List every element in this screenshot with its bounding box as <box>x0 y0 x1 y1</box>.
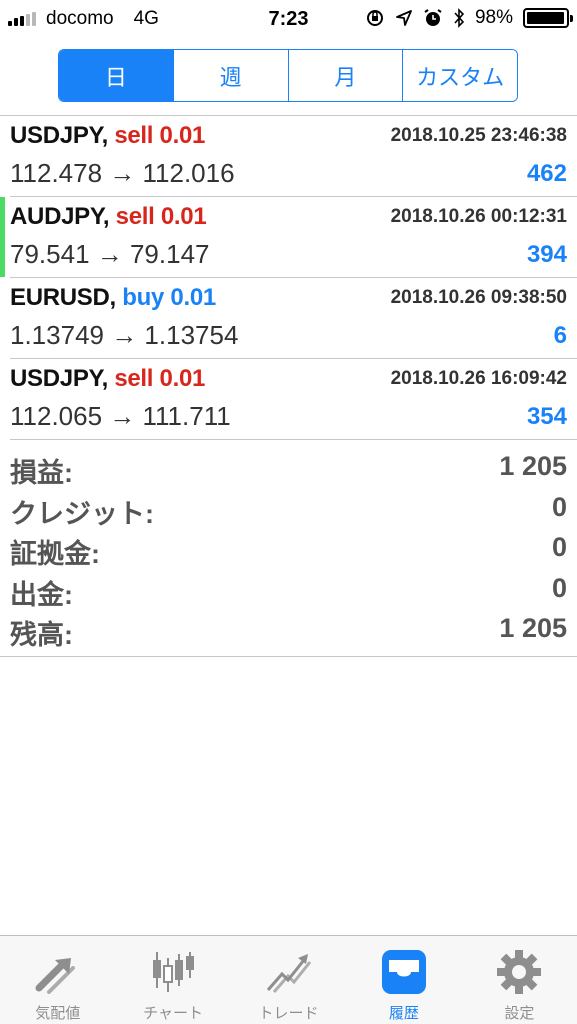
candlestick-chart-icon <box>153 952 195 992</box>
summary-label: 証拠金: <box>10 539 100 569</box>
account-summary: 損益: 1 205 クレジット: 0 証拠金: 0 出金: 0 残高: 1 20… <box>10 449 567 652</box>
bottom-tab-bar: 気配値 チャート トレード 履歴 設定 <box>0 935 577 1024</box>
gear-icon <box>497 950 542 994</box>
trade-history-list: USDJPY, sell 0.01 2018.10.25 23:46:38 11… <box>0 116 577 440</box>
tab-label: 気配値 <box>35 1005 81 1022</box>
segment-custom[interactable]: カスタム <box>402 50 517 101</box>
tab-quotes[interactable]: 気配値 <box>0 936 115 1024</box>
trade-title: EURUSD, buy 0.01 <box>10 284 216 312</box>
trade-title: USDJPY, sell 0.01 <box>10 122 205 150</box>
trade-side: sell 0.01 <box>114 122 206 149</box>
battery-icon <box>523 8 573 28</box>
quotes-arrows-icon <box>35 958 75 994</box>
tab-label: 履歴 <box>388 1005 419 1022</box>
location-arrow-icon <box>396 10 412 26</box>
trade-symbol: EURUSD, <box>10 284 116 311</box>
history-inbox-icon <box>381 950 426 994</box>
trade-row[interactable]: EURUSD, buy 0.01 2018.10.26 09:38:50 1.1… <box>10 278 577 359</box>
trade-prices: 112.478 → 112.016 <box>10 158 235 188</box>
period-segmented-control: 日 週 月 カスタム <box>58 49 518 102</box>
trade-prices: 112.065 → 111.711 <box>10 401 231 431</box>
status-bar: docomo 4G 7:23 98% <box>0 0 577 38</box>
summary-row-profit: 損益: 1 205 <box>10 449 567 490</box>
tab-label: 設定 <box>504 1005 535 1022</box>
summary-row-margin: 証拠金: 0 <box>10 530 567 571</box>
trade-symbol: USDJPY, <box>10 365 108 392</box>
trade-chart-icon <box>266 954 311 993</box>
network-type: 4G <box>133 8 159 29</box>
trade-time: 2018.10.26 16:09:42 <box>390 368 567 389</box>
trade-time: 2018.10.26 09:38:50 <box>390 287 567 308</box>
status-left: docomo 4G <box>8 8 159 30</box>
summary-label: クレジット: <box>10 498 154 529</box>
trade-symbol: USDJPY, <box>10 122 108 149</box>
trade-profit: 354 <box>526 403 567 430</box>
trade-symbol: AUDJPY, <box>10 203 110 230</box>
segment-week[interactable]: 週 <box>172 50 288 101</box>
summary-row-withdrawal: 出金: 0 <box>10 571 567 612</box>
summary-value: 1 205 <box>499 613 567 643</box>
summary-value: 0 <box>551 491 567 522</box>
tab-history[interactable]: 履歴 <box>346 936 461 1024</box>
trade-profit: 462 <box>526 160 567 187</box>
trade-side: sell 0.01 <box>114 365 206 392</box>
trade-side: sell 0.01 <box>115 203 207 230</box>
signal-strength-icon <box>8 12 36 26</box>
tab-label: チャート <box>143 1005 204 1022</box>
trade-row[interactable]: USDJPY, sell 0.01 2018.10.25 23:46:38 11… <box>10 116 577 197</box>
segment-month[interactable]: 月 <box>287 50 403 101</box>
tab-label: トレード <box>258 1005 319 1022</box>
trade-title: USDJPY, sell 0.01 <box>10 365 205 393</box>
trade-row[interactable]: USDJPY, sell 0.01 2018.10.26 16:09:42 11… <box>10 359 577 440</box>
trade-profit: 6 <box>553 322 567 349</box>
carrier-name: docomo <box>46 8 114 29</box>
alarm-clock-icon <box>424 9 442 26</box>
bluetooth-icon <box>454 8 465 28</box>
summary-value: 0 <box>551 572 567 603</box>
trade-row[interactable]: AUDJPY, sell 0.01 2018.10.26 00:12:31 79… <box>0 197 577 278</box>
trade-time: 2018.10.26 00:12:31 <box>390 206 567 227</box>
row-highlight-marker <box>0 197 5 277</box>
summary-label: 残高: <box>10 620 73 650</box>
divider <box>0 656 577 657</box>
summary-value: 0 <box>551 532 567 562</box>
summary-label: 損益: <box>10 458 73 488</box>
battery-percentage: 98% <box>474 7 513 28</box>
summary-row-balance: 残高: 1 205 <box>10 611 567 652</box>
trade-profit: 394 <box>526 241 567 268</box>
tab-settings[interactable]: 設定 <box>462 936 577 1024</box>
tab-chart[interactable]: チャート <box>115 936 230 1024</box>
status-right: 98% <box>365 7 573 29</box>
trade-prices: 79.541 → 79.147 <box>10 239 210 269</box>
trade-side: buy 0.01 <box>122 284 216 311</box>
trade-prices: 1.13749 → 1.13754 <box>10 320 239 350</box>
orientation-lock-icon <box>366 10 383 26</box>
summary-label: 出金: <box>10 579 73 610</box>
summary-row-credit: クレジット: 0 <box>10 490 567 531</box>
trade-title: AUDJPY, sell 0.01 <box>10 203 207 231</box>
segment-day[interactable]: 日 <box>59 50 173 101</box>
trade-time: 2018.10.25 23:46:38 <box>390 125 567 146</box>
summary-value: 1 205 <box>499 451 567 481</box>
tab-trade[interactable]: トレード <box>231 936 346 1024</box>
